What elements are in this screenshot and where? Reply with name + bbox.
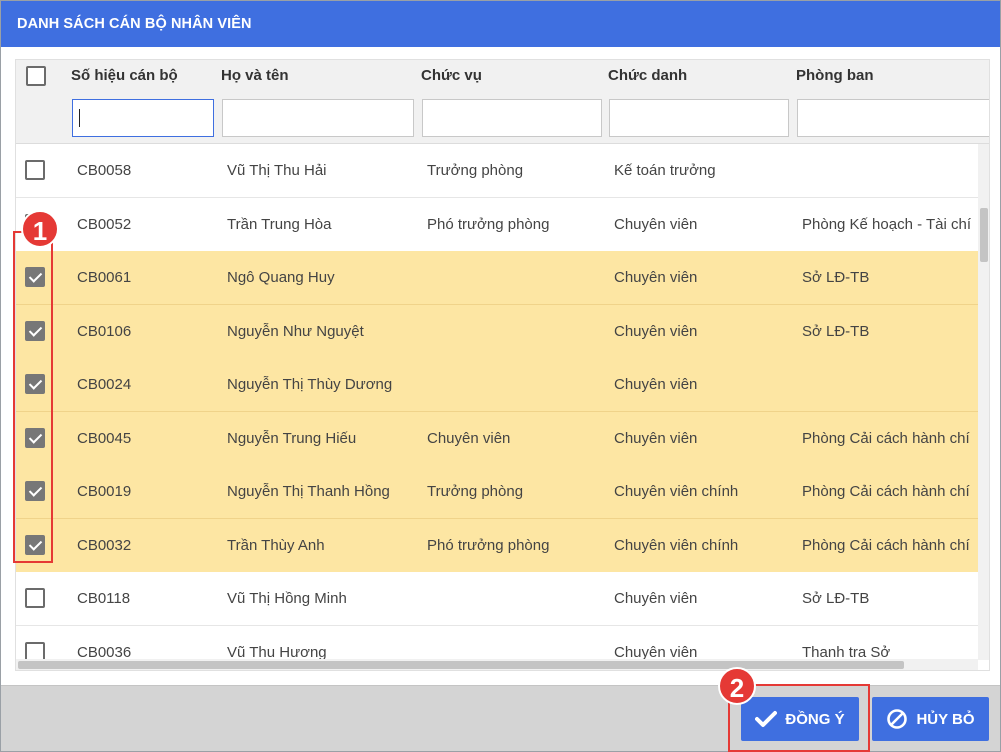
cell-name: Ngô Quang Huy <box>227 269 335 286</box>
cell-title: Chuyên viên <box>614 429 698 447</box>
table-row[interactable]: CB0058 Vũ Thị Thu Hải Trưởng phòng Kế toán … <box>16 144 978 198</box>
cell-position <box>427 572 607 626</box>
column-header-name[interactable]: Họ và tên <box>221 67 289 84</box>
cell-code: CB0106 <box>77 322 132 340</box>
cell-name: Nguyễn Thị Thanh Hồng <box>227 483 390 500</box>
table-row[interactable]: CB0024 Nguyễn Thị Thùy Dương Chuyên viên <box>16 358 978 412</box>
cell-title: Chuyên viên chính <box>614 483 739 500</box>
cell-title: Chuyên viên <box>614 590 698 607</box>
horizontal-scrollbar-thumb[interactable] <box>18 661 904 669</box>
filter-input-name[interactable] <box>222 99 414 137</box>
cell-position: Chuyên viên <box>427 429 511 447</box>
cell-position <box>427 305 607 359</box>
cancel-button-label: HỦY BỎ <box>916 710 975 728</box>
cell-title: Chuyên viên <box>614 376 698 393</box>
cell-title: Kế toán trưởng <box>614 162 716 179</box>
cell-department: Phòng Cải cách hành chí <box>802 536 970 554</box>
cell-department: Sở LĐ-TB <box>802 322 870 340</box>
cell-code: CB0032 <box>77 536 132 554</box>
cancel-button[interactable]: HỦY BỎ <box>872 697 989 741</box>
cell-department: Phòng Kế hoạch - Tài chí <box>802 215 971 233</box>
cell-position: Trưởng phòng <box>427 162 524 179</box>
dialog-title: DANH SÁCH CÁN BỘ NHÂN VIÊN <box>1 1 1000 47</box>
cell-code: CB0045 <box>77 429 132 447</box>
column-header-department[interactable]: Phòng ban <box>796 67 874 84</box>
cell-name: Vũ Thị Hồng Minh <box>227 590 347 607</box>
cell-position <box>427 358 607 412</box>
row-checkbox[interactable] <box>25 588 45 608</box>
cell-department: Phòng Cải cách hành chí <box>802 483 970 500</box>
cell-name: Vũ Thị Thu Hải <box>227 162 327 179</box>
cell-position: Trưởng phòng <box>427 483 524 500</box>
cell-code: CB0118 <box>77 590 131 607</box>
row-checkbox[interactable] <box>25 160 45 180</box>
cell-name: Nguyễn Trung Hiếu <box>227 429 357 447</box>
cell-name: Nguyễn Thị Thùy Dương <box>227 376 393 393</box>
column-header-position[interactable]: Chức vụ <box>421 67 482 84</box>
cell-code: CB0024 <box>77 376 132 393</box>
filter-input-department[interactable] <box>797 99 989 137</box>
filter-input-title[interactable] <box>609 99 789 137</box>
cell-title: Chuyên viên <box>614 322 698 340</box>
cell-code: CB0019 <box>77 483 132 500</box>
table-row[interactable]: CB0118 Vũ Thị Hồng Minh Chuyên viên Sở LĐ-T… <box>16 572 978 626</box>
grid-header: Số hiệu cán bộ Họ và tên Chức vụ Chức da… <box>16 60 989 144</box>
cell-department <box>802 358 978 412</box>
cell-position: Phó trưởng phòng <box>427 215 550 233</box>
text-caret <box>79 109 80 127</box>
vertical-scrollbar[interactable] <box>978 144 989 660</box>
cell-name: Nguyễn Như Nguyệt <box>227 322 364 340</box>
filter-input-position[interactable] <box>422 99 602 137</box>
horizontal-scrollbar[interactable] <box>16 659 978 670</box>
cell-title: Chuyên viên <box>614 215 698 233</box>
cell-name: Trần Trung Hòa <box>227 215 332 233</box>
table-row[interactable]: CB0052 Trần Trung Hòa Phó trưởng phòng Chuy… <box>16 197 978 252</box>
cell-position <box>427 251 607 305</box>
select-all-checkbox[interactable] <box>26 66 46 86</box>
cell-code: CB0052 <box>77 215 132 233</box>
employee-grid: Số hiệu cán bộ Họ và tên Chức vụ Chức da… <box>15 59 990 671</box>
ban-icon <box>887 709 908 729</box>
column-header-code[interactable]: Số hiệu cán bộ <box>71 67 178 84</box>
annotation-badge-1: 1 <box>21 210 59 248</box>
table-row[interactable]: CB0032 Trần Thùy Anh Phó trưởng phòng Chuyê… <box>16 518 978 573</box>
cell-department: Sở LĐ-TB <box>802 269 870 286</box>
cell-name: Trần Thùy Anh <box>227 536 325 554</box>
cell-code: CB0061 <box>77 269 132 286</box>
filter-input-code[interactable] <box>72 99 214 137</box>
employee-list-dialog: DANH SÁCH CÁN BỘ NHÂN VIÊN Số hiệu cán b… <box>0 0 1001 752</box>
table-row[interactable]: CB0061 Ngô Quang Huy Chuyên viên Sở LĐ-TB <box>16 251 978 305</box>
annotation-box-checkboxes <box>13 231 53 563</box>
cell-title: Chuyên viên chính <box>614 536 739 554</box>
cell-department: Phòng Cải cách hành chí <box>802 429 970 447</box>
annotation-badge-2: 2 <box>718 667 756 705</box>
cell-position: Phó trưởng phòng <box>427 536 550 554</box>
cell-title: Chuyên viên <box>614 269 698 286</box>
vertical-scrollbar-thumb[interactable] <box>980 208 988 262</box>
cell-department <box>802 144 978 198</box>
cell-department: Sở LĐ-TB <box>802 590 870 607</box>
table-row[interactable]: CB0045 Nguyễn Trung Hiếu Chuyên viên Chuyên… <box>16 411 978 466</box>
table-row[interactable]: CB0019 Nguyễn Thị Thanh Hồng Trưởng phòng C… <box>16 465 978 519</box>
column-header-title[interactable]: Chức danh <box>608 67 687 84</box>
table-row[interactable]: CB0106 Nguyễn Như Nguyệt Chuyên viên Sở LĐ-… <box>16 304 978 359</box>
cell-code: CB0058 <box>77 162 132 179</box>
